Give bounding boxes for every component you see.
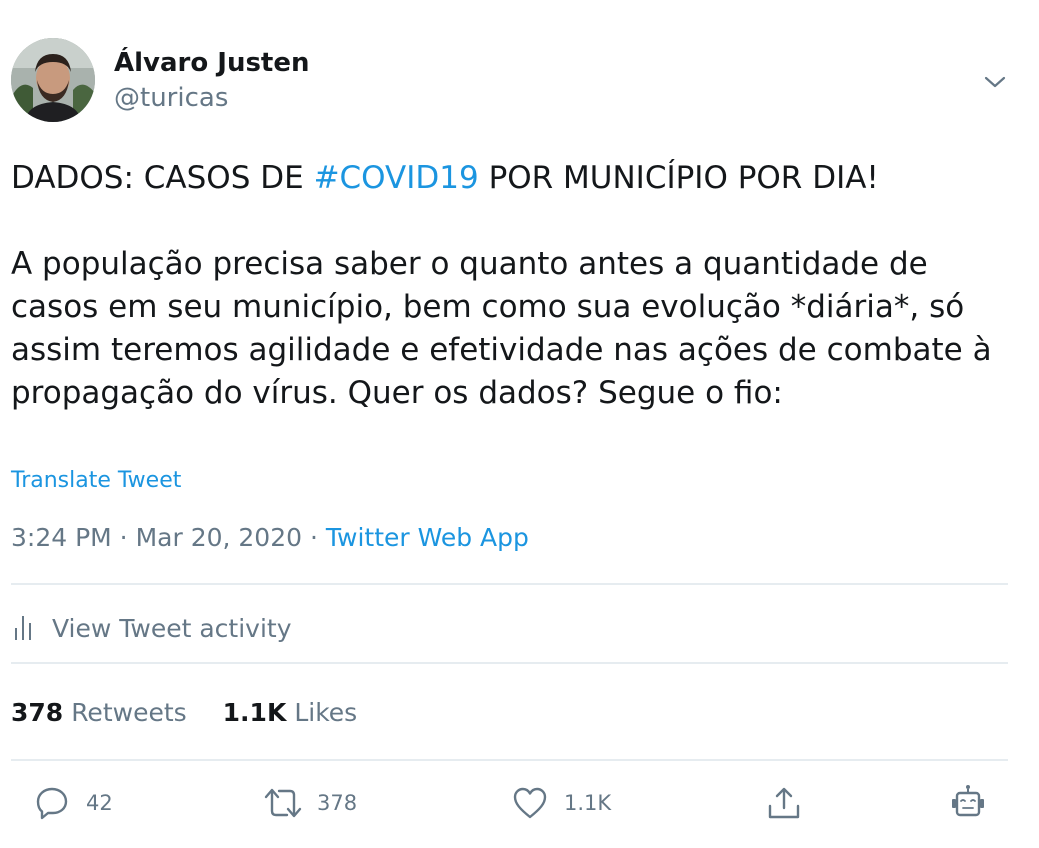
author-display-name[interactable]: Álvaro Justen [114, 48, 310, 78]
tweet-text: DADOS: CASOS DE #COVID19 POR MUNICÍPIO P… [11, 157, 1011, 415]
bar-chart-icon [11, 612, 43, 644]
retweet-count: 378 [317, 791, 358, 815]
translate-tweet-link[interactable]: Translate Tweet [11, 468, 181, 493]
tweet-line-1: DADOS: CASOS DE #COVID19 POR MUNICÍPIO P… [11, 157, 1011, 200]
tweet-meta: 3:24 PM · Mar 20, 2020 · Twitter Web App [11, 523, 529, 552]
divider [11, 759, 1008, 761]
tweet-source-link[interactable]: Twitter Web App [326, 523, 529, 552]
robot-icon [948, 783, 988, 823]
meta-separator: · [302, 523, 326, 552]
tweet-text-after-hashtag: POR MUNICÍPIO POR DIA! [478, 160, 879, 196]
retweets-count: 378 [11, 698, 64, 727]
divider [11, 662, 1008, 664]
like-count: 1.1K [564, 791, 612, 815]
tweet-stats: 378 Retweets 1.1K Likes [11, 698, 357, 727]
avatar[interactable] [11, 38, 95, 122]
share-button[interactable] [764, 783, 804, 823]
reply-count: 42 [86, 791, 113, 815]
tweet-date[interactable]: Mar 20, 2020 [136, 523, 302, 552]
author-handle[interactable]: @turicas [114, 83, 228, 113]
retweet-button[interactable]: 378 [263, 783, 357, 823]
likes-count: 1.1K [222, 698, 287, 727]
retweets-stat[interactable]: 378 Retweets [11, 698, 187, 727]
share-icon [764, 783, 804, 823]
retweets-label: Retweets [71, 698, 187, 727]
retweet-icon [263, 783, 303, 823]
heart-icon [510, 783, 550, 823]
tweet-time[interactable]: 3:24 PM [11, 523, 112, 552]
robot-button[interactable] [948, 783, 988, 823]
view-tweet-activity-button[interactable]: View Tweet activity [11, 606, 292, 650]
hashtag-link[interactable]: #COVID19 [314, 160, 479, 196]
likes-label: Likes [294, 698, 358, 727]
tweet-paragraph-2: A população precisa saber o quanto antes… [11, 246, 992, 411]
reply-button[interactable]: 42 [32, 783, 113, 823]
reply-icon [32, 783, 72, 823]
tweet-text-before-hashtag: DADOS: CASOS DE [11, 160, 314, 196]
chevron-down-icon[interactable] [980, 68, 1010, 96]
divider [11, 583, 1008, 585]
likes-stat[interactable]: 1.1K Likes [223, 698, 358, 727]
like-button[interactable]: 1.1K [510, 783, 611, 823]
meta-separator: · [111, 523, 136, 552]
view-tweet-activity-label: View Tweet activity [52, 613, 292, 643]
